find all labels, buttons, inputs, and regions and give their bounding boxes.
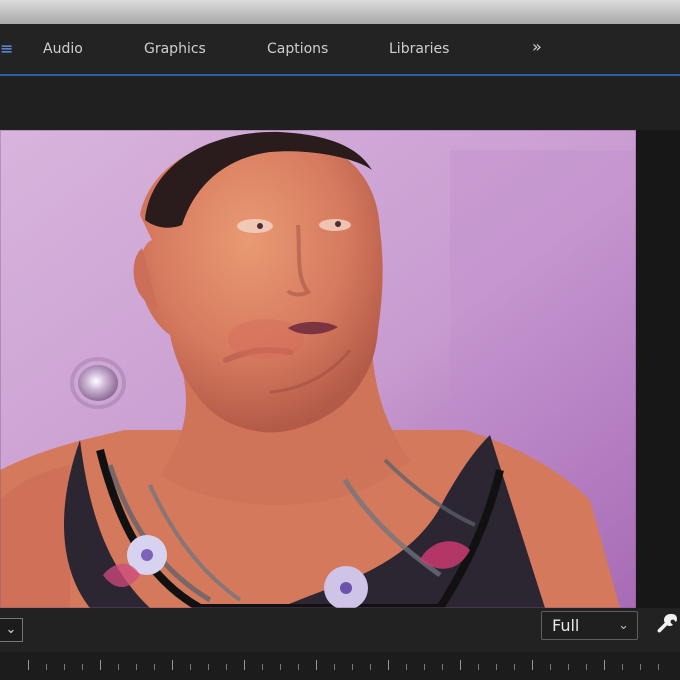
playback-resolution-dropdown[interactable]: Full ⌄ [541,611,638,640]
ruler-tick [154,664,155,670]
program-monitor-video [0,130,636,608]
resolution-value: Full [552,616,580,635]
ruler-tick [100,660,101,670]
ruler-tick [640,664,641,670]
ruler-tick [334,664,335,670]
monitor-side-panel [636,130,680,608]
ruler-tick [298,664,299,670]
ruler-tick [532,660,533,670]
wrench-icon[interactable] [657,612,679,636]
ruler-tick [280,664,281,670]
ruler-tick [388,660,389,670]
ruler-tick [604,660,605,670]
ruler-tick [262,664,263,670]
ruler-tick [550,664,551,670]
ruler-tick [352,664,353,670]
double-chevron-right-icon[interactable]: » [532,36,542,58]
ruler-tick [478,664,479,670]
chevron-down-icon: ⌄ [618,618,629,633]
timeline-ruler[interactable] [0,652,680,680]
ruler-tick [622,664,623,670]
chevron-down-icon: ⌄ [5,622,17,637]
ruler-tick [316,660,317,670]
ruler-tick [442,664,443,670]
ruler-tick [136,664,137,670]
ruler-tick [82,664,83,670]
ruler-tick [514,664,515,670]
zoom-dropdown[interactable]: ⌄ [0,618,23,642]
ruler-tick [172,660,173,670]
ruler-tick [64,664,65,670]
ruler-tick [28,660,29,670]
ruler-tick [208,664,209,670]
panel-tab-bar: ≡ Audio Graphics Captions Libraries » [0,24,680,76]
tab-captions[interactable]: Captions [267,38,328,60]
ruler-tick [496,664,497,670]
tab-libraries[interactable]: Libraries [389,38,449,60]
screen-bezel [0,0,680,24]
tab-audio[interactable]: Audio [43,38,83,60]
ruler-tick [424,664,425,670]
ruler-tick [406,664,407,670]
ruler-tick [568,664,569,670]
ruler-tick [370,664,371,670]
ruler-tick [244,660,245,670]
ruler-tick [460,660,461,670]
ruler-tick [190,664,191,670]
video-frame-illustration [0,130,636,608]
ruler-tick [586,664,587,670]
tab-graphics[interactable]: Graphics [144,38,206,60]
panel-menu-icon[interactable]: ≡ [0,38,13,60]
ruler-tick [226,664,227,670]
ruler-tick [658,664,659,670]
monitor-header [0,76,680,130]
ruler-tick [46,664,47,670]
ruler-tick [118,664,119,670]
